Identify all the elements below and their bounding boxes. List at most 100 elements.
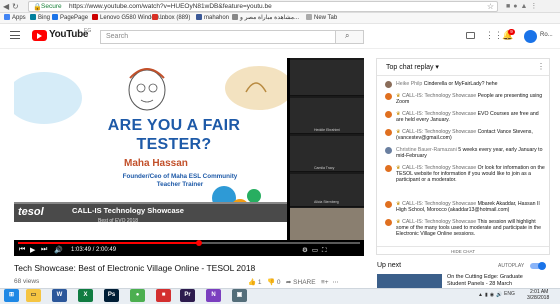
chat-message-body: Heike Philp Cinderella or MyFairLady? he… xyxy=(396,81,545,87)
lower-third-title: CALL-IS Technology Showcase xyxy=(72,206,184,215)
chat-avatar[interactable] xyxy=(385,129,392,136)
chat-author[interactable]: CALL-IS: Technology Showcase xyxy=(402,93,476,99)
hide-chat-button[interactable]: HIDE CHAT xyxy=(377,246,549,254)
chat-avatar[interactable] xyxy=(385,147,392,154)
word-icon[interactable]: W xyxy=(52,289,67,302)
apps-grid-icon[interactable]: ⋮⋮ xyxy=(485,31,503,40)
extension-icons[interactable]: ■●▲⋮ xyxy=(506,2,540,10)
chat-mode-dropdown[interactable]: Top chat replay ▾ xyxy=(386,63,439,71)
youtube-header: YouTube EG Search ⌕ ⋮⋮ 🔔 9 Ro... xyxy=(0,25,560,49)
chat-message: Christine Bauer-Ramazani 5 weeks every y… xyxy=(385,147,545,159)
bookmarks-bar: Apps Bing PagePage Lenovo G580 Window...… xyxy=(0,13,560,24)
zoom-tile xyxy=(290,60,364,96)
chat-header: Top chat replay ▾ ⋮ xyxy=(377,59,549,76)
like-icon[interactable]: 👍 xyxy=(248,279,256,286)
bookmark-mahahon[interactable]: mahahon xyxy=(196,14,229,23)
share-button[interactable]: SHARE xyxy=(293,279,315,286)
chat-author[interactable]: CALL-IS: Technology Showcase xyxy=(402,111,476,117)
up-next-title-line1[interactable]: On the Cutting Edge: Graduate xyxy=(447,274,523,280)
secure-label: Secure xyxy=(41,3,62,10)
avatar[interactable] xyxy=(524,30,537,43)
country-code: EG xyxy=(84,28,92,34)
chat-message-body: ♛ CALL-IS: Technology Showcase EVO Cours… xyxy=(396,111,545,123)
create-video-icon[interactable] xyxy=(466,32,475,39)
bookmark-bing[interactable]: Bing xyxy=(30,14,50,23)
dislike-count: 0 xyxy=(276,279,281,286)
add-to-icon[interactable]: ≡+ xyxy=(321,279,329,286)
language-indicator[interactable]: ENG xyxy=(504,291,515,297)
up-next-title-line2[interactable]: Student Panels - 28 March xyxy=(447,281,512,287)
file-explorer-icon[interactable]: ▭ xyxy=(26,289,41,302)
more-options-icon[interactable]: ⋮ xyxy=(537,62,545,71)
bookmark-apps[interactable]: Apps xyxy=(4,14,26,23)
up-next-label: Up next xyxy=(377,262,402,269)
chat-message-body: ♛ CALL-IS: Technology Showcase Contact V… xyxy=(396,129,545,141)
play-icon[interactable]: ▶ xyxy=(30,246,35,254)
back-icon[interactable]: ◀ xyxy=(3,2,9,11)
search-button[interactable] xyxy=(336,30,364,44)
chat-avatar[interactable] xyxy=(385,219,392,226)
bookmark-star-icon[interactable]: ☆ xyxy=(487,2,494,11)
notification-badge: 9 xyxy=(508,29,515,35)
chat-avatar[interactable] xyxy=(385,81,392,88)
search-input[interactable]: Search xyxy=(100,30,336,44)
chat-message: Heike Philp Cinderella or MyFairLady? he… xyxy=(385,81,545,88)
chat-avatar[interactable] xyxy=(385,111,392,118)
app-icon-gray[interactable]: ▣ xyxy=(232,289,247,302)
bookmark-arabic[interactable]: مشاهدة مباراة مصر و... xyxy=(232,14,299,23)
up-next-thumbnail[interactable] xyxy=(377,274,442,288)
excel-icon[interactable]: X xyxy=(78,289,93,302)
chat-author[interactable]: Heike Philp xyxy=(396,81,422,87)
start-icon[interactable]: ⊞ xyxy=(4,289,19,302)
chat-author[interactable]: CALL-IS: Technology Showcase xyxy=(402,219,476,225)
zoom-tile-label: Camila Tracy xyxy=(314,166,335,170)
chat-author[interactable]: Christine Bauer-Ramazani xyxy=(396,147,457,153)
chat-avatar[interactable] xyxy=(385,165,392,172)
bookmark-pagepage[interactable]: PagePage xyxy=(52,14,88,23)
clock-date[interactable]: 3/28/2018 xyxy=(527,295,549,301)
slide-title: ARE YOU A FAIR TESTER? xyxy=(107,117,241,153)
chat-author[interactable]: CALL-IS: Technology Showcase xyxy=(402,129,476,135)
dislike-icon[interactable]: 👎 xyxy=(267,279,275,286)
chat-message: ♛ CALL-IS: Technology Showcase Or look f… xyxy=(385,165,545,184)
video-title: Tech Showcase: Best of Electronic Villag… xyxy=(14,263,256,273)
chat-author[interactable]: CALL-IS: Technology Showcase xyxy=(402,201,476,207)
chat-message: ♛ CALL-IS: Technology Showcase Mbarek Ak… xyxy=(385,201,545,213)
url-field[interactable]: 🔒 Secure https://www.youtube.com/watch?v… xyxy=(28,1,498,12)
previous-icon[interactable]: ⏮ xyxy=(19,246,25,254)
live-chat-panel: Top chat replay ▾ ⋮ Heike Philp Cinderel… xyxy=(376,58,550,255)
chat-message-body: ♛ CALL-IS: Technology Showcase This sess… xyxy=(396,219,545,238)
slide-role-line2: Teacher Trainer xyxy=(156,181,204,188)
volume-icon[interactable]: 🔊 xyxy=(54,246,63,254)
bookmark-new-tab[interactable]: New Tab xyxy=(306,14,337,23)
next-icon[interactable]: ⏭ xyxy=(41,246,47,254)
chat-message: ♛ CALL-IS: Technology Showcase This sess… xyxy=(385,219,545,238)
player-settings-icons[interactable]: ⚙▭⛶ xyxy=(302,246,331,255)
more-actions-icon[interactable]: ⋯ xyxy=(332,279,339,286)
system-tray-icons[interactable]: ▲▮◉🔊 xyxy=(478,292,504,298)
video-player[interactable]: ARE YOU A FAIR TESTER? Maha Hassan Found… xyxy=(14,58,364,256)
zoom-tile-label: Heddie Ebrahimi xyxy=(314,128,340,132)
url-text[interactable]: https://www.youtube.com/watch?v=HUEOyN81… xyxy=(69,3,272,11)
menu-icon[interactable] xyxy=(10,31,20,39)
chat-message-body: ♛ CALL-IS: Technology Showcase People ar… xyxy=(396,93,545,105)
chat-avatar[interactable] xyxy=(385,93,392,100)
refresh-icon[interactable]: ↻ xyxy=(12,2,19,11)
chat-message-body: ♛ CALL-IS: Technology Showcase Or look f… xyxy=(396,165,545,184)
chat-avatar[interactable] xyxy=(385,201,392,208)
bookmark-inbox[interactable]: Inbox (889) xyxy=(152,14,190,23)
engagement-row: 👍 1 👎 0 ➦ SHARE ≡+ ⋯ xyxy=(248,278,339,286)
chat-message-body: ♛ CALL-IS: Technology Showcase Mbarek Ak… xyxy=(396,201,545,213)
autoplay-label: AUTOPLAY xyxy=(498,263,525,269)
share-icon[interactable]: ➦ xyxy=(286,279,291,286)
premiere-icon[interactable]: Pr xyxy=(180,289,195,302)
photoshop-icon[interactable]: Ps xyxy=(104,289,119,302)
onenote-icon[interactable]: N xyxy=(206,289,221,302)
search-icon[interactable]: ⌕ xyxy=(345,31,349,41)
chrome-icon[interactable]: ● xyxy=(130,289,145,302)
app-icon-red[interactable]: ■ xyxy=(156,289,171,302)
chat-author[interactable]: CALL-IS: Technology Showcase xyxy=(402,165,476,171)
autoplay-toggle-knob[interactable] xyxy=(538,262,546,270)
chat-message: ♛ CALL-IS: Technology Showcase EVO Cours… xyxy=(385,111,545,123)
youtube-logo-text[interactable]: YouTube xyxy=(49,29,89,40)
